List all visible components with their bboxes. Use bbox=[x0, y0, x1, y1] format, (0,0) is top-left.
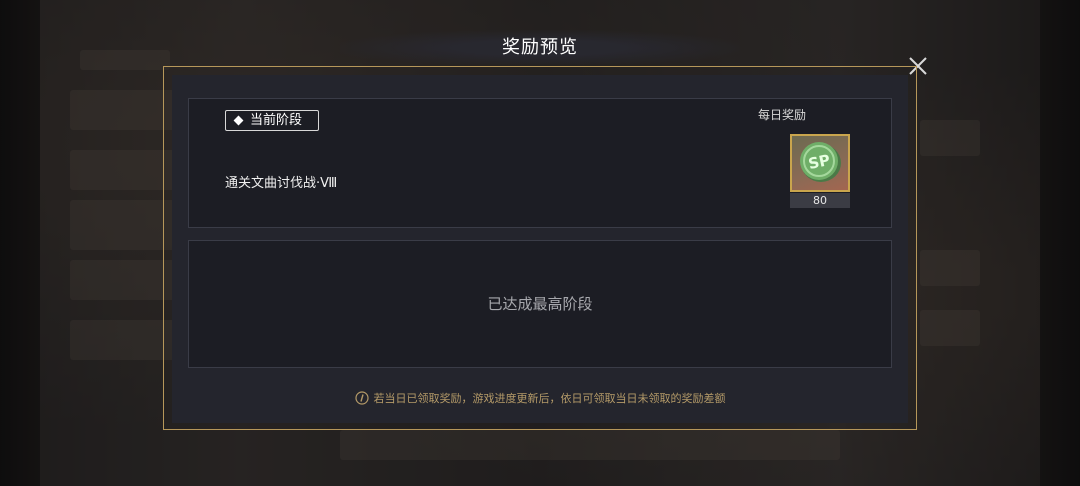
reward-item[interactable]: SP bbox=[790, 134, 850, 192]
diamond-icon bbox=[233, 115, 244, 126]
notice-text: 若当日已领取奖励，游戏进度更新后，依日可领取当日未领取的奖励差额 bbox=[373, 392, 726, 405]
info-icon bbox=[354, 391, 369, 405]
notice: 若当日已领取奖励，游戏进度更新后，依日可领取当日未领取的奖励差额 bbox=[172, 388, 908, 408]
current-stage-tag-label: 当前阶段 bbox=[250, 113, 303, 128]
daily-reward-label: 每日奖励 bbox=[757, 108, 806, 122]
current-stage-tag: 当前阶段 bbox=[225, 110, 319, 131]
screen: 奖励预览 当前阶段 通关文曲讨伐战·Ⅷ 每日奖励 SP 80 已达成最高阶段 若… bbox=[0, 0, 1080, 486]
max-stage-message: 已达成最高阶段 bbox=[487, 295, 593, 313]
stage-name: 通关文曲讨伐战·Ⅷ bbox=[225, 176, 338, 191]
sp-coin-icon: SP bbox=[800, 142, 841, 182]
dialog-title: 奖励预览 bbox=[502, 37, 578, 58]
reward-count: 80 bbox=[790, 193, 850, 208]
